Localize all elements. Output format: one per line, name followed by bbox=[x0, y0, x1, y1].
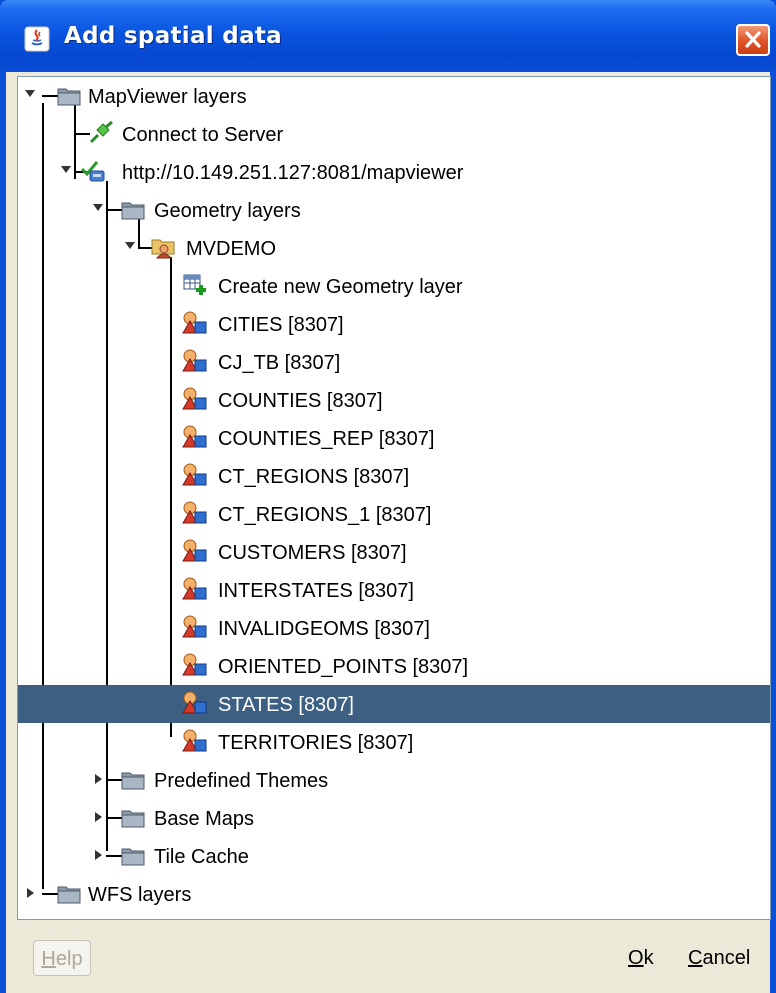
folder-icon bbox=[121, 810, 145, 828]
tree-node-layer[interactable]: TERRITORIES [8307] bbox=[18, 723, 770, 761]
java-app-icon bbox=[24, 26, 50, 52]
tree-node-server[interactable]: http://10.149.251.127:8081/mapviewer bbox=[18, 153, 770, 191]
tree-node-label: Connect to Server bbox=[122, 124, 284, 146]
expand-arrow-icon[interactable] bbox=[27, 888, 34, 898]
geometry-layer-icon bbox=[182, 539, 207, 562]
help-mnemonic: H bbox=[41, 948, 56, 970]
add-table-icon bbox=[183, 274, 206, 295]
tree-node-label: CITIES [8307] bbox=[218, 314, 344, 336]
tree-node-layer[interactable]: INTERSTATES [8307] bbox=[18, 571, 770, 609]
connect-plug-icon bbox=[89, 121, 113, 144]
tree-node-predefined-themes[interactable]: Predefined Themes bbox=[18, 761, 770, 799]
tree-node-label: INTERSTATES [8307] bbox=[218, 580, 414, 602]
tree-node-label: COUNTIES_REP [8307] bbox=[218, 428, 435, 450]
tree-node-layer[interactable]: CITIES [8307] bbox=[18, 305, 770, 343]
tree-node-layer[interactable]: CUSTOMERS [8307] bbox=[18, 533, 770, 571]
tree-node-label: STATES [8307] bbox=[218, 694, 354, 716]
tree-node-label: Geometry layers bbox=[154, 200, 301, 222]
close-icon bbox=[745, 31, 761, 48]
tree-node-layer[interactable]: CT_REGIONS [8307] bbox=[18, 457, 770, 495]
expand-arrow-icon[interactable] bbox=[93, 204, 103, 211]
geometry-layer-icon bbox=[182, 463, 207, 486]
title-bar[interactable]: Add spatial data bbox=[0, 0, 776, 72]
geometry-layer-icon bbox=[182, 311, 207, 334]
expand-arrow-icon[interactable] bbox=[25, 90, 35, 97]
ok-label: k bbox=[643, 947, 654, 969]
close-button[interactable] bbox=[736, 24, 770, 56]
tree-node-label: MVDEMO bbox=[186, 238, 276, 260]
tree-node-label: CT_REGIONS_1 [8307] bbox=[218, 504, 432, 526]
folder-icon bbox=[57, 88, 81, 106]
geometry-layer-icon bbox=[182, 577, 207, 600]
cancel-label: ancel bbox=[702, 947, 751, 969]
tree-node-label: WFS layers bbox=[88, 884, 192, 906]
tree-node-layer-selected[interactable]: STATES [8307] bbox=[18, 685, 770, 723]
tree-node-label: Tile Cache bbox=[154, 846, 249, 868]
expand-arrow-icon[interactable] bbox=[95, 774, 102, 784]
tree-node-layer[interactable]: INVALIDGEOMS [8307] bbox=[18, 609, 770, 647]
geometry-layer-icon bbox=[182, 425, 207, 448]
cancel-button[interactable]: Cancel bbox=[682, 940, 756, 976]
cancel-mnemonic: C bbox=[688, 947, 703, 969]
tree-node-base-maps[interactable]: Base Maps bbox=[18, 799, 770, 837]
folder-icon bbox=[57, 886, 81, 904]
dialog-body: MapViewer layers Connect to Server http:… bbox=[6, 72, 771, 993]
tree-node-label: Create new Geometry layer bbox=[218, 276, 463, 298]
tree-node-label: CUSTOMERS [8307] bbox=[218, 542, 407, 564]
geometry-layer-icon bbox=[182, 501, 207, 524]
geometry-layer-icon bbox=[182, 615, 207, 638]
tree-node-layer[interactable]: ORIENTED_POINTS [8307] bbox=[18, 647, 770, 685]
expand-arrow-icon[interactable] bbox=[95, 812, 102, 822]
folder-icon bbox=[121, 202, 145, 220]
tree-node-layer[interactable]: COUNTIES [8307] bbox=[18, 381, 770, 419]
tree-node-label: CT_REGIONS [8307] bbox=[218, 466, 410, 488]
server-connected-icon bbox=[80, 161, 105, 182]
tree-node-label: http://10.149.251.127:8081/mapviewer bbox=[122, 162, 464, 184]
layer-tree[interactable]: MapViewer layers Connect to Server http:… bbox=[17, 76, 771, 920]
tree-node-label: MapViewer layers bbox=[88, 86, 247, 108]
geometry-layer-icon bbox=[182, 653, 207, 676]
help-button[interactable]: Help bbox=[33, 940, 91, 976]
geometry-layer-icon bbox=[182, 349, 207, 372]
tree-node-layer[interactable]: COUNTIES_REP [8307] bbox=[18, 419, 770, 457]
dialog-window: Add spatial data MapViewer layers Connec… bbox=[0, 0, 776, 993]
tree-node-tile-cache[interactable]: Tile Cache bbox=[18, 837, 770, 875]
tree-node-layer[interactable]: CJ_TB [8307] bbox=[18, 343, 770, 381]
ok-button[interactable]: Ok bbox=[622, 940, 660, 976]
expand-arrow-icon[interactable] bbox=[125, 242, 135, 249]
ok-mnemonic: O bbox=[628, 947, 644, 969]
expand-arrow-icon[interactable] bbox=[61, 166, 71, 173]
window-title: Add spatial data bbox=[64, 23, 282, 49]
geometry-layer-icon bbox=[182, 729, 207, 752]
expand-arrow-icon[interactable] bbox=[95, 850, 102, 860]
tree-node-label: Base Maps bbox=[154, 808, 255, 830]
tree-node-wfs-layers[interactable]: WFS layers bbox=[18, 875, 770, 913]
tree-node-layer[interactable]: CT_REGIONS_1 [8307] bbox=[18, 495, 770, 533]
tree-node-label: INVALIDGEOMS [8307] bbox=[218, 618, 430, 640]
schema-folder-icon bbox=[151, 239, 175, 259]
tree-node-geometry-layers[interactable]: Geometry layers bbox=[18, 191, 770, 229]
tree-node-label: CJ_TB [8307] bbox=[218, 352, 341, 374]
help-label: elp bbox=[55, 948, 83, 970]
tree-node-label: TERRITORIES [8307] bbox=[218, 732, 414, 754]
tree-node-mapviewer-layers[interactable]: MapViewer layers bbox=[18, 77, 770, 115]
tree-node-connect-to-server[interactable]: Connect to Server bbox=[18, 115, 770, 153]
tree-node-label: ORIENTED_POINTS [8307] bbox=[218, 656, 469, 678]
folder-icon bbox=[121, 772, 145, 790]
tree-node-label: Predefined Themes bbox=[154, 770, 329, 792]
tree-node-mvdemo[interactable]: MVDEMO bbox=[18, 229, 770, 267]
folder-icon bbox=[121, 848, 145, 866]
geometry-layer-icon bbox=[182, 691, 207, 714]
tree-node-create-new-layer[interactable]: Create new Geometry layer bbox=[18, 267, 770, 305]
geometry-layer-icon bbox=[182, 387, 207, 410]
tree-node-label: COUNTIES [8307] bbox=[218, 390, 383, 412]
